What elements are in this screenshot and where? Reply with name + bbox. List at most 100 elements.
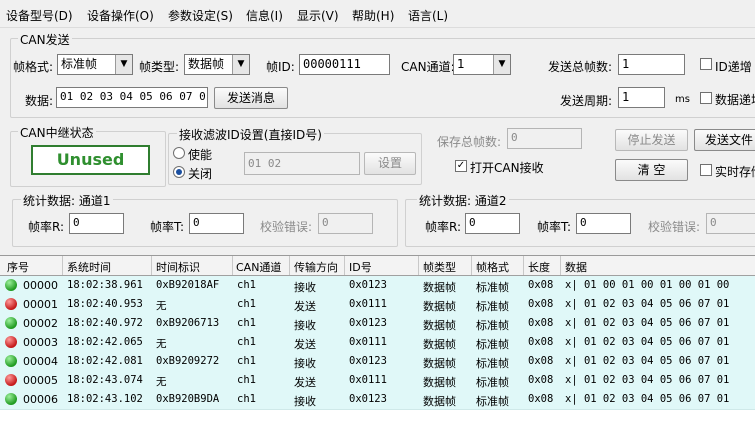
menu-parameter-settings[interactable]: 参数设定(S): [168, 7, 233, 24]
table-row[interactable]: 00001 18:02:40.953 无 ch1 发送 0x0111 数据帧 标准帧 0x08 x…: [0, 295, 755, 315]
filter-id-input[interactable]: 01 02: [244, 152, 360, 175]
col-can-channel[interactable]: CAN通道: [236, 259, 281, 275]
cell-seq: 00006: [23, 393, 58, 406]
receive-status-icon: [5, 279, 17, 291]
cell-type: 数据帧: [423, 395, 456, 408]
filter-set-button[interactable]: 设置: [364, 152, 416, 175]
table-row[interactable]: 00000 18:02:38.961 0xB92018AF ch1 接收 0x0123 数据…: [0, 276, 755, 296]
cell-type: 数据帧: [423, 319, 456, 332]
cell-id: 0x0111: [349, 374, 387, 386]
stop-send-button[interactable]: 停止发送: [615, 129, 688, 151]
realtime-save-label: 实时存储: [715, 165, 755, 179]
total-frames-label: 发送总帧数:: [548, 60, 613, 74]
send-period-input[interactable]: 1: [618, 87, 665, 108]
receive-status-icon: [5, 393, 17, 405]
cell-channel: ch1: [237, 374, 256, 386]
cell-seq: 00005: [23, 374, 58, 387]
ch2-rate-t-input: 0: [576, 213, 631, 234]
cell-channel: ch1: [237, 317, 256, 329]
table-header: 序号 系统时间 时间标识 CAN通道 传输方向 ID号 帧类型 帧格式 长度 数…: [0, 256, 755, 276]
menu-language[interactable]: 语言(L): [408, 7, 448, 24]
cell-stamp: 无: [156, 300, 167, 312]
col-system-time[interactable]: 系统时间: [67, 259, 111, 275]
menu-help[interactable]: 帮助(H): [352, 7, 394, 24]
column-divider[interactable]: [560, 256, 561, 275]
cell-time: 18:02:42.081: [67, 355, 143, 367]
table-row[interactable]: 00004 18:02:42.081 0xB9209272 ch1 接收 0x0123 数据…: [0, 352, 755, 372]
id-increment-checkbox[interactable]: [700, 58, 712, 70]
col-data[interactable]: 数据: [565, 259, 587, 275]
cell-data: x| 01 02 03 04 05 06 07 01: [565, 317, 730, 329]
cell-type: 数据帧: [423, 338, 456, 351]
cell-format: 标准帧: [476, 319, 509, 332]
table-row[interactable]: 00003 18:02:42.065 无 ch1 发送 0x0111 数据帧 标准帧 0x08 x…: [0, 333, 755, 353]
column-divider[interactable]: [232, 256, 233, 275]
ch1-check-error-label: 校验错误:: [260, 220, 313, 234]
column-divider[interactable]: [62, 256, 63, 275]
cell-data: x| 01 02 03 04 05 06 07 01: [565, 298, 730, 310]
filter-disable-label: 关闭: [188, 167, 213, 181]
realtime-save-checkbox[interactable]: [700, 164, 712, 176]
cell-dir: 接收: [294, 319, 316, 332]
data-label: 数据:: [25, 94, 54, 108]
total-frames-input[interactable]: 1: [618, 54, 685, 75]
cell-data: x| 01 02 03 04 05 06 07 01: [565, 336, 730, 348]
table-row[interactable]: 00005 18:02:43.074 无 ch1 发送 0x0111 数据帧 标准帧 0x08 x…: [0, 371, 755, 391]
cell-stamp: 无: [156, 338, 167, 350]
filter-disable-radio[interactable]: [173, 166, 185, 178]
send-data-input[interactable]: 01 02 03 04 05 06 07 01: [56, 87, 208, 108]
column-divider[interactable]: [523, 256, 524, 275]
table-row[interactable]: 00002 18:02:40.972 0xB9206713 ch1 接收 0x0123 数据…: [0, 314, 755, 334]
col-seq[interactable]: 序号: [7, 259, 29, 275]
cell-time: 18:02:40.953: [67, 298, 143, 310]
can-channel-label: CAN通道:: [401, 60, 455, 74]
column-divider[interactable]: [344, 256, 345, 275]
can-channel-select[interactable]: 1 ▼: [453, 54, 511, 75]
cell-channel: ch1: [237, 298, 256, 310]
ch2-rate-r-input: 0: [465, 213, 520, 234]
clear-button[interactable]: 清 空: [615, 159, 688, 181]
send-period-label: 发送周期:: [560, 94, 613, 108]
table-row[interactable]: 00006 18:02:43.102 0xB920B9DA ch1 接收 0x0123 数据…: [0, 390, 755, 410]
data-increment-checkbox[interactable]: [700, 92, 712, 104]
cell-channel: ch1: [237, 355, 256, 367]
menu-info[interactable]: 信息(I): [246, 7, 283, 24]
filter-enable-radio[interactable]: [173, 147, 185, 159]
cell-channel: ch1: [237, 393, 256, 405]
message-table[interactable]: 序号 系统时间 时间标识 CAN通道 传输方向 ID号 帧类型 帧格式 长度 数…: [0, 255, 755, 423]
column-divider[interactable]: [471, 256, 472, 275]
stats-channel2-title: 统计数据: 通道2: [417, 192, 509, 209]
column-divider[interactable]: [289, 256, 290, 275]
open-can-receive-checkbox[interactable]: ✓: [455, 160, 467, 172]
col-direction[interactable]: 传输方向: [294, 259, 338, 275]
col-id[interactable]: ID号: [349, 259, 372, 275]
receive-status-icon: [5, 317, 17, 329]
ch2-rate-t-label: 帧率T:: [537, 220, 572, 234]
cell-dir: 接收: [294, 395, 316, 408]
menu-device-operation[interactable]: 设备操作(O): [87, 7, 154, 24]
cell-seq: 00000: [23, 279, 58, 292]
col-frame-type[interactable]: 帧类型: [423, 259, 456, 275]
cell-data: x| 01 02 03 04 05 06 07 01: [565, 393, 730, 405]
send-file-button[interactable]: 发送文件: [694, 129, 755, 151]
relay-status-indicator: Unused: [31, 145, 150, 175]
can-channel-value: 1: [457, 57, 465, 71]
col-frame-format[interactable]: 帧格式: [476, 259, 509, 275]
cell-dir: 发送: [294, 338, 316, 351]
col-length[interactable]: 长度: [528, 259, 550, 275]
cell-dir: 发送: [294, 300, 316, 313]
frame-type-select[interactable]: 数据帧 ▼: [184, 54, 250, 75]
cell-time: 18:02:42.065: [67, 336, 143, 348]
frame-id-input[interactable]: 00000111: [299, 54, 390, 75]
send-status-icon: [5, 374, 17, 386]
cell-format: 标准帧: [476, 300, 509, 313]
column-divider[interactable]: [151, 256, 152, 275]
send-message-button[interactable]: 发送消息: [214, 87, 288, 109]
cell-data: x| 01 02 03 04 05 06 07 01: [565, 355, 730, 367]
column-divider[interactable]: [418, 256, 419, 275]
menu-device-model[interactable]: 设备型号(D): [6, 7, 73, 24]
cell-len: 0x08: [528, 279, 554, 291]
frame-format-select[interactable]: 标准帧 ▼: [57, 54, 133, 75]
col-timestamp[interactable]: 时间标识: [156, 259, 200, 275]
menu-display[interactable]: 显示(V): [297, 7, 339, 24]
